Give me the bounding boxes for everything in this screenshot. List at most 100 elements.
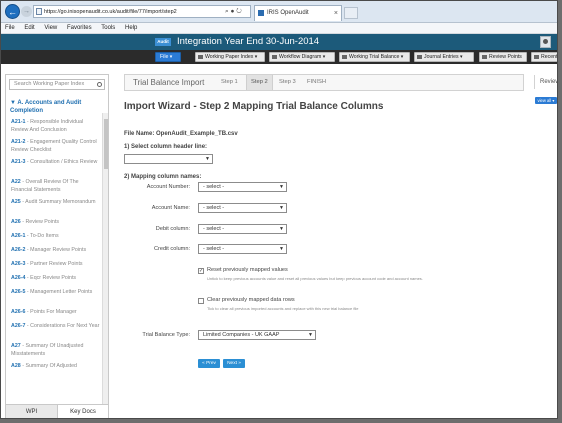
item-label: - Review Points <box>22 219 59 225</box>
clear-mapped-checkbox[interactable] <box>198 298 204 304</box>
item-code: A21-3 <box>11 159 26 165</box>
account-number-label: Account Number: <box>146 184 190 190</box>
menu-view[interactable]: View <box>40 23 61 34</box>
item-label: - Points For Manager <box>26 309 77 315</box>
list-item[interactable]: A26-7 - Considerations For Next Year <box>6 321 104 341</box>
browser-tab[interactable]: IRIS OpenAudit × <box>254 5 342 21</box>
list-item[interactable]: A27 - Summary Of Unadjusted Misstatement… <box>6 341 104 361</box>
list-item[interactable]: A26-6 - Points For Manager <box>6 307 104 321</box>
review-points-button[interactable]: Review Points <box>479 52 527 62</box>
item-code: A26-5 <box>11 289 26 295</box>
view-all-button[interactable]: view all ▾ <box>535 97 557 104</box>
working-trial-balance-button[interactable]: Working Trial Balance ▾ <box>339 52 410 62</box>
working-paper-index-label: Working Paper Index <box>205 54 254 60</box>
item-label: - Considerations For Next Year <box>26 323 100 329</box>
item-code: A26-2 <box>11 247 26 253</box>
tab-wpi[interactable]: WPI <box>6 405 57 418</box>
tab-finish[interactable]: FINISH <box>307 75 326 90</box>
list-item[interactable]: A26-5 - Management Letter Points <box>6 287 104 307</box>
file-menu-button[interactable]: File ▾ <box>155 52 181 62</box>
list-item[interactable]: A26-1 - To-Do Items <box>6 231 104 245</box>
section-title: A. Accounts and Audit Completion <box>10 100 82 114</box>
refresh-icon[interactable]: ↻ <box>236 8 241 15</box>
journal-icon <box>417 55 422 59</box>
browser-window: ← → https://go.inisopenaudit.co.uk/audit… <box>0 0 558 419</box>
prev-button[interactable]: « Prev <box>198 359 220 368</box>
working-paper-index-button[interactable]: Working Paper Index ▾ <box>195 52 265 62</box>
tab-step-2[interactable]: Step 2 <box>246 75 273 90</box>
toolbar: File ▾ Working Paper Index ▾ Workflow Di… <box>1 50 557 64</box>
tb-type-value: Limited Companies - UK GAAP <box>203 332 280 338</box>
section-heading[interactable]: ▼ A. Accounts and Audit Completion <box>10 99 102 115</box>
tab-step-1[interactable]: Step 1 <box>221 75 238 90</box>
journal-entries-button[interactable]: Journal Entries ▾ <box>414 52 474 62</box>
browser-tab-title: IRIS OpenAudit <box>267 10 309 16</box>
app-header: Audit Integration Year End 30-Jun-2014 <box>1 34 557 50</box>
chevron-down-icon: ▼ <box>205 156 210 162</box>
item-code: A26-3 <box>11 261 26 267</box>
menu-edit[interactable]: Edit <box>20 23 38 34</box>
item-label: - Eqcr Review Points <box>26 275 77 281</box>
item-code: A25 <box>11 199 21 205</box>
tb-type-select[interactable]: Limited Companies - UK GAAP ▼ <box>198 330 316 340</box>
list-item[interactable]: A21-3 - Consultation / Ethics Review <box>6 157 104 177</box>
app-title: Integration Year End 30-Jun-2014 <box>177 36 320 47</box>
item-label: - Summary Of Unadjusted Misstatements <box>11 343 84 357</box>
wizard-header: Trial Balance Import <box>133 78 205 87</box>
menu-help[interactable]: Help <box>121 23 141 34</box>
recent-button[interactable]: Recent <box>531 52 557 62</box>
list-item[interactable]: A21-1 - Responsible Individual Review An… <box>6 117 104 137</box>
site-favicon-icon <box>258 10 264 16</box>
chevron-down-icon: ▼ <box>279 205 284 211</box>
tb-type-label: Trial Balance Type: <box>142 332 190 338</box>
item-code: A22 <box>11 179 21 185</box>
list-item[interactable]: A22 - Overall Review Of The Financial St… <box>6 177 104 197</box>
list-item[interactable]: A26-3 - Partner Review Points <box>6 259 104 273</box>
search-icon[interactable] <box>97 82 102 87</box>
list-item[interactable]: A26 - Review Points <box>6 217 104 231</box>
tab-review[interactable]: Review <box>534 75 557 89</box>
list-item[interactable]: A25 - Audit Summary Memorandum <box>6 197 104 217</box>
list-item[interactable]: A26-2 - Manager Review Points <box>6 245 104 259</box>
account-name-select[interactable]: - select - ▼ <box>198 203 287 213</box>
item-code: A26-4 <box>11 275 26 281</box>
chevron-down-icon: ▼ <box>279 226 284 232</box>
file-name: File Name: OpenAudit_Example_TB.csv <box>124 131 238 137</box>
file-menu-label: File <box>160 54 169 60</box>
list-item[interactable]: A28 - Summary Of Adjusted <box>6 361 104 381</box>
menu-tools[interactable]: Tools <box>97 23 119 34</box>
item-label: - To-Do Items <box>26 233 59 239</box>
forward-arrow-icon[interactable]: → <box>21 6 32 17</box>
list-item[interactable]: A21-2 - Engagement Quality Control Revie… <box>6 137 104 157</box>
new-tab-button[interactable] <box>344 7 358 19</box>
header-line-select[interactable]: ▼ <box>124 154 213 164</box>
list-item[interactable]: A26-4 - Eqcr Review Points <box>6 273 104 287</box>
avatar[interactable] <box>540 36 551 48</box>
workflow-diagram-button[interactable]: Workflow Diagram ▾ <box>269 52 335 62</box>
item-code: A27 <box>11 343 21 349</box>
credit-column-select[interactable]: - select - ▼ <box>198 244 287 254</box>
search-icon[interactable]: ⌕ <box>225 8 229 15</box>
clear-mapped-label: Clear previously mapped data rows <box>207 297 295 303</box>
debit-column-select[interactable]: - select - ▼ <box>198 224 287 234</box>
search-input[interactable]: Search Working Paper Index <box>9 79 105 90</box>
lock-icon[interactable]: ● <box>230 8 234 15</box>
account-number-select[interactable]: - select - ▼ <box>198 182 287 192</box>
item-label: - Overall Review Of The Financial Statem… <box>11 179 79 193</box>
tab-step-3[interactable]: Step 3 <box>279 75 296 90</box>
back-arrow-icon[interactable]: ← <box>5 4 20 19</box>
scrollbar-thumb[interactable] <box>104 119 108 169</box>
chevron-down-icon: ▼ <box>308 332 313 338</box>
reset-mapped-checkbox[interactable]: ✓ <box>198 268 204 274</box>
url-input[interactable]: https://go.inisopenaudit.co.uk/audit/fil… <box>33 5 251 18</box>
sidebar-scrollbar[interactable] <box>102 113 108 405</box>
next-button[interactable]: Next » <box>223 359 245 368</box>
tab-key-docs[interactable]: Key Docs <box>57 405 108 418</box>
item-code: A26-7 <box>11 323 26 329</box>
menu-file[interactable]: File <box>1 23 19 34</box>
working-trial-balance-label: Working Trial Balance <box>349 54 400 60</box>
close-tab-icon[interactable]: × <box>334 6 338 21</box>
item-label: - Partner Review Points <box>26 261 83 267</box>
mapping-label: 2) Mapping column names: <box>124 174 202 180</box>
menu-favorites[interactable]: Favorites <box>63 23 96 34</box>
